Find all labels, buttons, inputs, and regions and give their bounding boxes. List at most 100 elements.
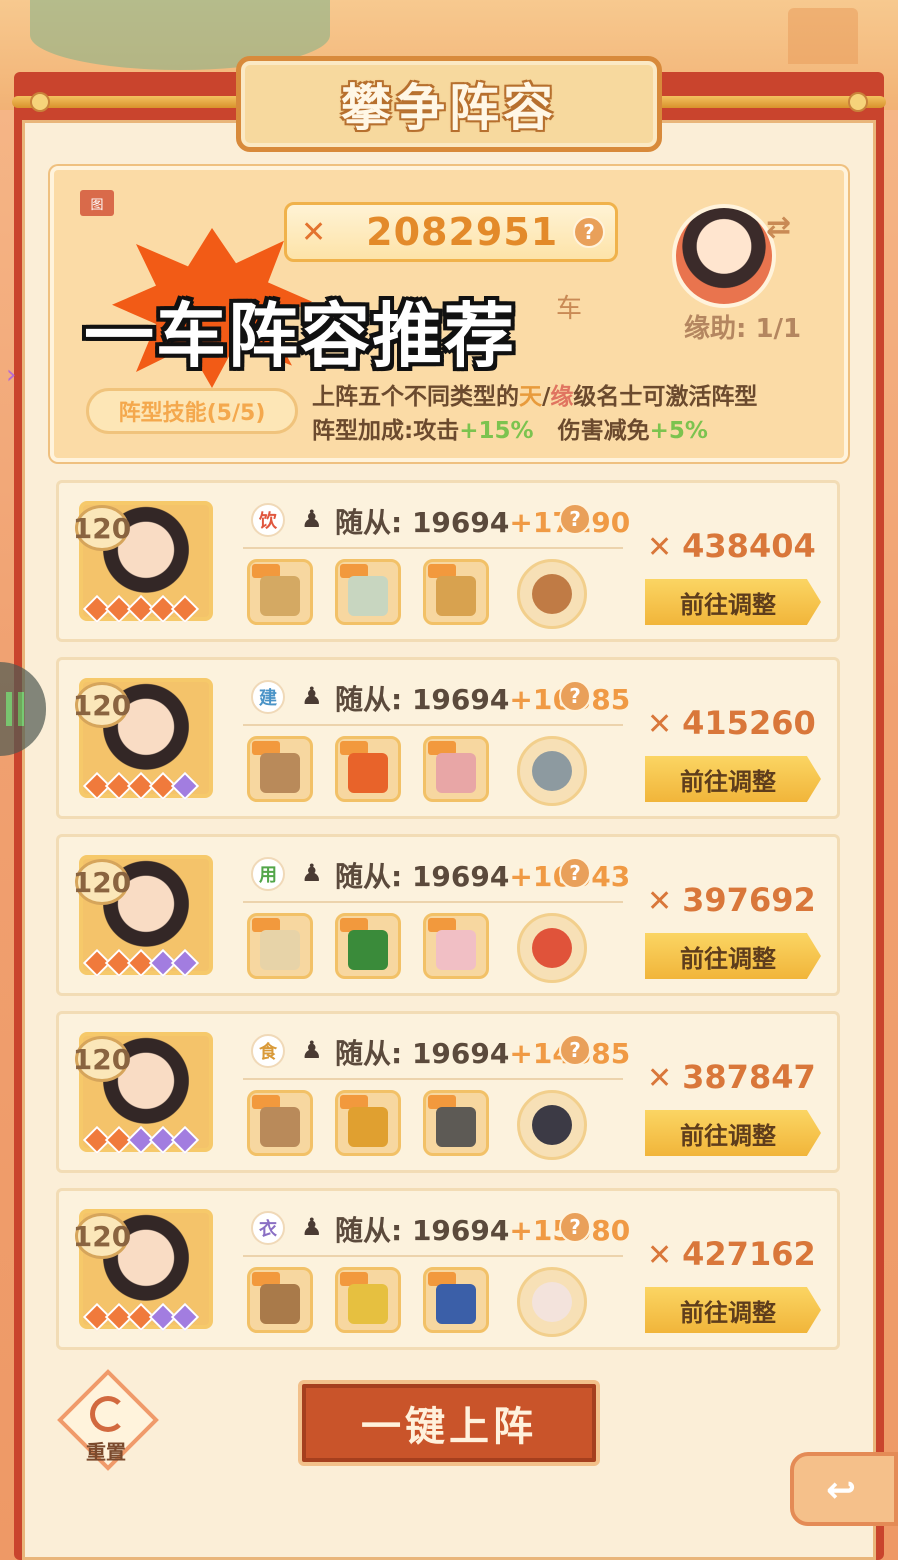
- star-icon: [170, 948, 200, 978]
- followers-help-icon[interactable]: ?: [559, 503, 591, 535]
- swap-arrows-icon[interactable]: ⇄: [766, 210, 808, 246]
- crossed-swords-icon: ✕: [647, 1238, 673, 1273]
- pet-slot[interactable]: [517, 1090, 587, 1160]
- helper-avatar[interactable]: [672, 204, 776, 308]
- skill-desc-text: 上阵五个不同类型的: [312, 384, 519, 410]
- equipment-slot[interactable]: [335, 1090, 401, 1156]
- equipment-slot[interactable]: [335, 736, 401, 802]
- attack-bonus-label: 阵型加成:攻击: [312, 418, 460, 444]
- formation-chart-icon[interactable]: 图: [80, 190, 114, 216]
- followers-help-icon[interactable]: ?: [559, 680, 591, 712]
- side-expand-arrow-icon[interactable]: ›: [6, 360, 16, 390]
- handle-bar-icon: [18, 692, 24, 726]
- hero-level-badge: 120: [73, 505, 131, 551]
- followers-help-icon[interactable]: ?: [559, 1034, 591, 1066]
- pet-slot[interactable]: [517, 1267, 587, 1337]
- crossed-swords-icon: ✕: [647, 530, 673, 565]
- hero-card: 120 饮 ♟ 随从: 19694+17190 ?: [56, 480, 840, 642]
- reset-label: 重置: [86, 1440, 126, 1464]
- equipment-item-icon: [348, 930, 388, 970]
- equipment-item-icon: [436, 930, 476, 970]
- followers-help-icon[interactable]: ?: [559, 857, 591, 889]
- hero-power-value: 415260: [682, 704, 816, 742]
- star-icon: [170, 594, 200, 624]
- page-title: 攀争阵容: [341, 78, 557, 137]
- pet-icon: [532, 1105, 572, 1145]
- hero-category-badge: 饮: [251, 503, 285, 537]
- equipment-slot[interactable]: [335, 913, 401, 979]
- title-plaque: 攀争阵容: [236, 56, 662, 152]
- obscured-label: 车: [556, 294, 583, 324]
- skill-desc-line2: 阵型加成:攻击+15% 伤害减免+5%: [312, 414, 757, 448]
- skill-desc-text: 级名士可激活阵型: [573, 384, 758, 410]
- hero-category-badge: 用: [251, 857, 285, 891]
- equipment-slot[interactable]: [247, 559, 313, 625]
- equipment-item-icon: [260, 1107, 300, 1147]
- card-divider: [243, 724, 623, 726]
- adjust-button[interactable]: 前往调整: [645, 756, 821, 802]
- followers-icon: ♟: [301, 1213, 323, 1241]
- followers-label: 随从:: [335, 506, 403, 539]
- equipment-slot[interactable]: [423, 559, 489, 625]
- equipment-slot[interactable]: [247, 736, 313, 802]
- star-icon: [170, 1302, 200, 1332]
- adjust-button[interactable]: 前往调整: [645, 579, 821, 625]
- formation-skill-tag[interactable]: 阵型技能(5/5): [86, 388, 298, 434]
- equipment-slot[interactable]: [335, 559, 401, 625]
- hero-power-value: 397692: [682, 881, 816, 919]
- pet-slot[interactable]: [517, 559, 587, 629]
- equipment-slot[interactable]: [423, 1090, 489, 1156]
- equipment-item-icon: [348, 576, 388, 616]
- card-divider: [243, 547, 623, 549]
- adjust-button[interactable]: 前往调整: [645, 933, 821, 979]
- refresh-icon: [90, 1396, 126, 1432]
- background-pagoda: [788, 8, 858, 64]
- followers-base: 19694: [411, 1214, 510, 1247]
- followers-icon: ♟: [301, 859, 323, 887]
- hero-card: 120 食 ♟ 随从: 19694+14885 ?: [56, 1011, 840, 1173]
- card-divider: [243, 901, 623, 903]
- equipment-slot[interactable]: [335, 1267, 401, 1333]
- equipment-slot[interactable]: [423, 736, 489, 802]
- equipment-item-icon: [436, 1107, 476, 1147]
- hero-star-rank: [82, 1125, 200, 1155]
- back-button[interactable]: ↩: [790, 1452, 898, 1526]
- pet-slot[interactable]: [517, 736, 587, 806]
- equipment-slot[interactable]: [247, 913, 313, 979]
- followers-base: 19694: [411, 860, 510, 893]
- equipment-slot[interactable]: [423, 1267, 489, 1333]
- one-click-deploy-button[interactable]: 一键上阵: [298, 1380, 600, 1466]
- formation-chart-icon-label: 图: [90, 197, 104, 213]
- card-divider: [243, 1255, 623, 1257]
- equipment-slot[interactable]: [247, 1267, 313, 1333]
- helper-count-label: 缘助: 1/1: [684, 314, 802, 344]
- damage-reduction-label: 伤害减免: [557, 418, 650, 444]
- adjust-button[interactable]: 前往调整: [645, 1287, 821, 1333]
- power-help-icon[interactable]: ?: [573, 216, 605, 248]
- equipment-slot[interactable]: [423, 913, 489, 979]
- equipment-item-icon: [436, 1284, 476, 1324]
- followers-base: 19694: [411, 1037, 510, 1070]
- hero-power: ✕ 438404: [647, 527, 816, 565]
- damage-reduction-value: +5%: [649, 418, 708, 444]
- pet-slot[interactable]: [517, 913, 587, 983]
- followers-help-icon[interactable]: ?: [559, 1211, 591, 1243]
- star-icon: [170, 771, 200, 801]
- hero-level-badge: 120: [73, 1213, 131, 1259]
- followers-icon: ♟: [301, 505, 323, 533]
- equipment-item-icon: [260, 930, 300, 970]
- adjust-button[interactable]: 前往调整: [645, 1110, 821, 1156]
- equipment-item-icon: [348, 1107, 388, 1147]
- hero-star-rank: [82, 594, 200, 624]
- followers-icon: ♟: [301, 1036, 323, 1064]
- handle-bar-icon: [6, 692, 12, 726]
- pet-icon: [532, 1282, 572, 1322]
- equipment-slot[interactable]: [247, 1090, 313, 1156]
- hero-card: 120 用 ♟ 随从: 19694+16043 ?: [56, 834, 840, 996]
- equipment-item-icon: [436, 576, 476, 616]
- hero-star-rank: [82, 771, 200, 801]
- hero-level-badge: 120: [73, 1036, 131, 1082]
- hero-level-badge: 120: [73, 859, 131, 905]
- pet-icon: [532, 574, 572, 614]
- hero-power-value: 387847: [682, 1058, 816, 1096]
